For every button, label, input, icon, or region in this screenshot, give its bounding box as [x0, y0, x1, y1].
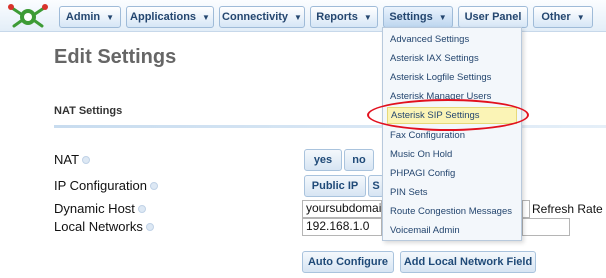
chevron-down-icon: ▼	[438, 12, 447, 22]
nat-no-button[interactable]: no	[344, 149, 374, 171]
chevron-down-icon: ▼	[294, 12, 302, 22]
help-icon[interactable]	[137, 204, 146, 213]
menu-item-asterisk-sip-settings[interactable]: Asterisk SIP Settings	[387, 107, 517, 124]
local-network-input[interactable]: 192.168.1.0	[302, 218, 382, 236]
help-icon[interactable]	[145, 222, 154, 231]
menu-item-voicemail-admin[interactable]: Voicemail Admin	[387, 222, 517, 239]
freepbx-logo-icon[interactable]	[4, 2, 52, 30]
nav-connectivity[interactable]: Connectivity ▼	[219, 6, 305, 28]
menu-item-asterisk-logfile-settings[interactable]: Asterisk Logfile Settings	[387, 69, 517, 86]
nat-label-row: NAT	[54, 152, 91, 167]
nav-user-panel[interactable]: User Panel	[458, 6, 528, 28]
dynamic-host-label: Dynamic Host	[54, 201, 135, 216]
nav-other-label: Other	[541, 11, 571, 23]
local-networks-label-row: Local Networks	[54, 219, 154, 234]
help-icon[interactable]	[82, 155, 91, 164]
nav-reports-label: Reports	[316, 11, 358, 23]
nav-settings-label: Settings	[389, 11, 433, 23]
nav-applications[interactable]: Applications ▼	[126, 6, 214, 28]
local-networks-label: Local Networks	[54, 219, 143, 234]
add-local-network-button[interactable]: Add Local Network Field	[400, 251, 536, 273]
dynamic-host-input[interactable]: yoursubdomain	[302, 200, 382, 218]
nav-other[interactable]: Other ▼	[533, 6, 593, 28]
menu-item-asterisk-iax-settings[interactable]: Asterisk IAX Settings	[387, 50, 517, 67]
section-divider	[54, 125, 606, 128]
nav-user-panel-label: User Panel	[464, 11, 522, 23]
settings-dropdown-menu: Advanced Settings Asterisk IAX Settings …	[382, 27, 522, 241]
local-network-mask-input[interactable]	[522, 218, 570, 236]
menu-item-pin-sets[interactable]: PIN Sets	[387, 184, 517, 201]
ip-public-button[interactable]: Public IP	[304, 175, 366, 197]
chevron-down-icon: ▼	[202, 12, 210, 22]
chevron-down-icon: ▼	[576, 12, 585, 22]
nat-yes-button[interactable]: yes	[304, 149, 342, 171]
refresh-rate-input-edge[interactable]	[522, 200, 530, 218]
nav-admin[interactable]: Admin ▼	[59, 6, 121, 28]
help-icon[interactable]	[150, 181, 158, 190]
ip-config-label: IP Configuration	[54, 178, 147, 193]
refresh-rate-label: Refresh Rate	[532, 202, 603, 216]
menu-item-asterisk-manager-users[interactable]: Asterisk Manager Users	[387, 88, 517, 105]
section-title-nat: NAT Settings	[54, 105, 123, 117]
menu-item-phpagi-config[interactable]: PHPAGI Config	[387, 165, 517, 182]
chevron-down-icon: ▼	[363, 12, 372, 22]
auto-configure-button[interactable]: Auto Configure	[302, 251, 394, 273]
dynamic-host-label-row: Dynamic Host	[54, 201, 146, 216]
ip-config-label-row: IP Configuration	[54, 178, 158, 193]
menu-item-music-on-hold[interactable]: Music On Hold	[387, 146, 517, 163]
menu-item-route-congestion-messages[interactable]: Route Congestion Messages	[387, 203, 517, 220]
page-title: Edit Settings	[54, 46, 177, 68]
nav-admin-label: Admin	[65, 11, 101, 23]
nav-reports[interactable]: Reports ▼	[310, 6, 378, 28]
menu-item-fax-configuration[interactable]: Fax Configuration	[387, 127, 517, 144]
nav-settings[interactable]: Settings ▼	[383, 6, 453, 28]
menu-item-advanced-settings[interactable]: Advanced Settings	[387, 31, 517, 48]
nav-applications-label: Applications	[130, 11, 197, 23]
nav-connectivity-label: Connectivity	[222, 11, 289, 23]
nat-label: NAT	[54, 152, 80, 167]
chevron-down-icon: ▼	[106, 12, 115, 22]
